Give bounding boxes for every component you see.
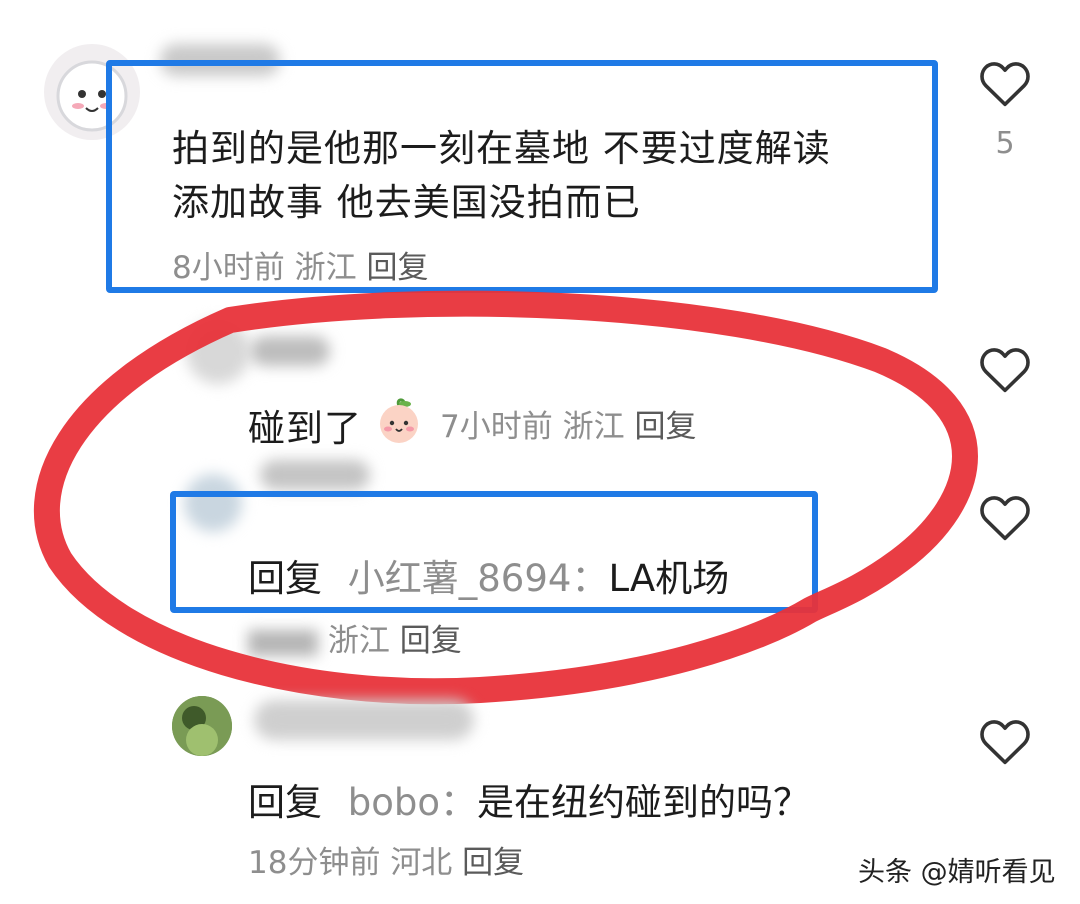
reply-text-line: 回复 小红薯_8694：LA机场 xyxy=(248,548,729,602)
reply-text-line: 回复 bobo：是在纽约碰到的吗？ xyxy=(248,772,810,826)
like-button[interactable] xyxy=(978,344,1032,394)
avatar[interactable] xyxy=(186,320,250,384)
comment-text-line-1: 拍到的是他那一刻在墓地 不要过度解读 xyxy=(172,127,831,170)
reply-content: LA机场 xyxy=(608,557,730,600)
mention-username[interactable]: bobo xyxy=(348,781,440,824)
comment-meta: 18分钟前 河北 回复 xyxy=(248,837,524,882)
heart-icon xyxy=(980,62,1030,107)
comment-time: 8小时前 xyxy=(172,250,285,286)
like-button[interactable] xyxy=(978,492,1032,542)
username-blurred xyxy=(260,460,370,490)
mention-separator: ： xyxy=(571,557,609,600)
like-count: 5 xyxy=(995,126,1015,161)
username-blurred xyxy=(250,336,330,366)
reply-prefix: 回复 xyxy=(248,781,322,824)
reply-link[interactable]: 回复 xyxy=(400,623,462,659)
comment-time-obscured xyxy=(248,629,318,656)
comment-meta-partial: 浙江 回复 xyxy=(248,615,462,660)
reply-link[interactable]: 回复 xyxy=(634,409,696,445)
comment-location: 河北 xyxy=(390,845,453,881)
reply-content: 是在纽约碰到的吗？ xyxy=(477,781,811,824)
avatar[interactable] xyxy=(172,696,232,756)
like-button[interactable]: 5 xyxy=(978,58,1032,161)
reply-link[interactable]: 回复 xyxy=(366,250,428,286)
mention-separator: ： xyxy=(440,781,478,824)
comment-location: 浙江 xyxy=(562,409,625,445)
heart-icon xyxy=(980,348,1030,393)
reply-prefix: 回复 xyxy=(248,557,322,600)
mention-username[interactable]: 小红薯_8694 xyxy=(348,557,572,600)
comment-time: 7小时前 xyxy=(440,409,553,445)
comment-text: 碰到了 xyxy=(248,398,362,452)
comment-location: 浙江 xyxy=(294,250,357,286)
reply-link[interactable]: 回复 xyxy=(462,845,524,881)
like-button[interactable] xyxy=(978,716,1032,766)
heart-icon xyxy=(980,720,1030,765)
watermark: 头条 @婧听看见 xyxy=(858,857,1056,888)
heart-icon xyxy=(980,496,1030,541)
comment-text-content: 碰到了 xyxy=(248,407,362,450)
comment-time: 18分钟前 xyxy=(248,845,381,881)
comment-location: 浙江 xyxy=(327,623,390,659)
comment-text-line-2: 添加故事 他去美国没拍而已 xyxy=(172,181,641,224)
peach-emoji-icon xyxy=(374,396,424,444)
avatar-image-icon xyxy=(172,696,232,756)
username-blurred xyxy=(254,700,474,740)
comment-meta: 8小时前 浙江 回复 xyxy=(172,242,428,287)
comment-meta: 7小时前 浙江 回复 xyxy=(440,401,696,446)
